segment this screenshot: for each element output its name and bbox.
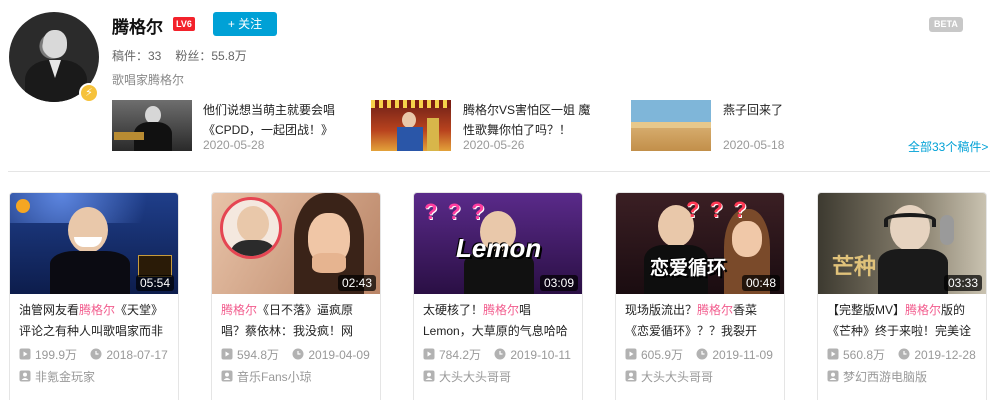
video-uploader[interactable]: 非氪金玩家: [10, 363, 178, 385]
video-stats: 560.8万 2019-12-28: [818, 344, 986, 363]
play-icon: [19, 348, 31, 360]
videos-count[interactable]: 稿件：33: [112, 49, 161, 63]
video-stats: 605.9万 2019-11-09: [616, 344, 784, 363]
uploader-name: 大头大头哥哥: [439, 370, 512, 384]
video-thumbnail[interactable]: 02:43: [212, 193, 380, 294]
uploader-name: 大头大头哥哥: [641, 370, 714, 384]
follow-button[interactable]: + 关注: [213, 12, 277, 36]
thumbnail-caption: 芒种: [832, 254, 877, 280]
recent-date: 2020-05-28: [203, 138, 265, 152]
user-icon: [625, 370, 637, 382]
video-thumbnail[interactable]: ? ? ? 恋爱循环 00:48: [616, 193, 784, 294]
video-duration: 02:43: [337, 275, 376, 291]
video-duration: 05:54: [135, 275, 174, 291]
video-stats: 784.2万 2019-10-11: [414, 344, 582, 363]
video-uploader[interactable]: 大头大头哥哥: [414, 363, 582, 385]
video-card[interactable]: 02:43 腾格尔《日不落》逼疯原唱？蔡依林：我没疯！网 594.8万 2019…: [211, 192, 381, 400]
upload-date: 2019-04-09: [308, 348, 370, 362]
user-icon: [221, 370, 233, 382]
video-uploader[interactable]: 音乐Fans小琼: [212, 363, 380, 385]
recent-date: 2020-05-18: [723, 138, 785, 152]
uploader-name: 音乐Fans小琼: [237, 370, 312, 384]
title-highlight: 腾格尔: [483, 303, 520, 317]
view-count: 594.8万: [237, 348, 280, 362]
upload-date: 2019-10-11: [510, 348, 571, 362]
divider: [8, 171, 990, 172]
thumbnail-caption: ? ? ?: [424, 199, 487, 224]
thumbnail-caption: Lemon: [456, 233, 542, 263]
video-card[interactable]: ? ? ? 恋爱循环 00:48 现场版流出？腾格尔香菜《恋爱循环》？？我裂开 …: [615, 192, 785, 400]
view-count: 199.9万: [35, 348, 78, 362]
clock-icon: [696, 348, 708, 360]
clock-icon: [898, 348, 910, 360]
video-title[interactable]: 现场版流出？腾格尔香菜《恋爱循环》？？我裂开: [616, 294, 784, 344]
title-highlight: 腾格尔: [221, 303, 258, 317]
upload-date: 2019-12-28: [914, 348, 976, 362]
lightning-icon: ⚡: [79, 83, 99, 103]
thumbnail-caption: 恋爱循环: [650, 258, 727, 279]
user-signature: 歌唱家腾格尔: [112, 73, 185, 87]
uploader-name: 非氪金玩家: [35, 370, 96, 384]
recent-date: 2020-05-26: [463, 138, 525, 152]
beta-badge: BETA: [929, 17, 963, 32]
view-count: 560.8万: [843, 348, 886, 362]
user-icon: [19, 370, 31, 382]
video-duration: 03:33: [943, 275, 982, 291]
recent-title[interactable]: 他们说想当萌主就要会唱《CPDD，一起团战！》: [203, 100, 338, 140]
video-title[interactable]: 腾格尔《日不落》逼疯原唱？蔡依林：我没疯！网: [212, 294, 380, 344]
video-thumbnail[interactable]: 芒种 03:33: [818, 193, 986, 294]
recent-title[interactable]: 腾格尔VS害怕区一姐 魔性歌舞你怕了吗？！: [463, 100, 598, 140]
title-text: 太硬核了！: [423, 303, 484, 317]
recent-thumbnail[interactable]: [631, 100, 711, 151]
video-duration: 00:48: [741, 275, 780, 291]
uploader-name: 梦幻西游电脑版: [843, 370, 928, 384]
thumbnail-caption: ? ? ?: [686, 197, 749, 222]
upload-date: 2018-07-17: [106, 348, 168, 362]
view-count: 784.2万: [439, 348, 482, 362]
video-thumbnail[interactable]: ? ? ? Lemon 03:09: [414, 193, 582, 294]
all-videos-link[interactable]: 全部33个稿件>: [908, 138, 988, 155]
title-highlight: 腾格尔: [697, 303, 734, 317]
title-text: 现场版流出？: [625, 303, 698, 317]
video-stats: 199.9万 2018-07-17: [10, 344, 178, 363]
user-icon: [423, 370, 435, 382]
user-icon: [827, 370, 839, 382]
recent-title[interactable]: 燕子回来了: [723, 100, 858, 120]
clock-icon: [90, 348, 102, 360]
play-icon: [625, 348, 637, 360]
user-stats: 稿件：33 粉丝：55.8万: [112, 47, 247, 64]
recent-thumbnail[interactable]: [371, 100, 451, 151]
user-name[interactable]: 腾格尔: [112, 13, 163, 38]
fans-count[interactable]: 粉丝：55.8万: [175, 49, 246, 63]
video-title[interactable]: 【完整版MV】腾格尔版的《芒种》终于来啦！完美诠: [818, 294, 986, 344]
video-title[interactable]: 太硬核了！腾格尔唱Lemon，大草原的气息哈哈: [414, 294, 582, 344]
play-icon: [221, 348, 233, 360]
title-highlight: 腾格尔: [79, 303, 116, 317]
video-title[interactable]: 油管网友看腾格尔《天堂》评论之有种人叫歌唱家而非: [10, 294, 178, 344]
upload-date: 2019-11-09: [712, 348, 773, 362]
clock-icon: [494, 348, 506, 360]
recent-thumbnail[interactable]: [112, 100, 192, 151]
play-icon: [423, 348, 435, 360]
level-badge: LV6: [173, 17, 195, 31]
view-count: 605.9万: [641, 348, 684, 362]
video-thumbnail[interactable]: 05:54: [10, 193, 178, 294]
video-uploader[interactable]: 梦幻西游电脑版: [818, 363, 986, 385]
video-stats: 594.8万 2019-04-09: [212, 344, 380, 363]
clock-icon: [292, 348, 304, 360]
title-text: 油管网友看: [19, 303, 80, 317]
title-highlight: 腾格尔: [905, 303, 942, 317]
play-icon: [827, 348, 839, 360]
video-uploader[interactable]: 大头大头哥哥: [616, 363, 784, 385]
video-card[interactable]: ? ? ? Lemon 03:09 太硬核了！腾格尔唱Lemon，大草原的气息哈…: [413, 192, 583, 400]
video-card[interactable]: 05:54 油管网友看腾格尔《天堂》评论之有种人叫歌唱家而非 199.9万 20…: [9, 192, 179, 400]
title-text: 【完整版MV】: [827, 303, 906, 317]
video-card[interactable]: 芒种 03:33 【完整版MV】腾格尔版的《芒种》终于来啦！完美诠 560.8万…: [817, 192, 987, 400]
video-duration: 03:09: [539, 275, 578, 291]
